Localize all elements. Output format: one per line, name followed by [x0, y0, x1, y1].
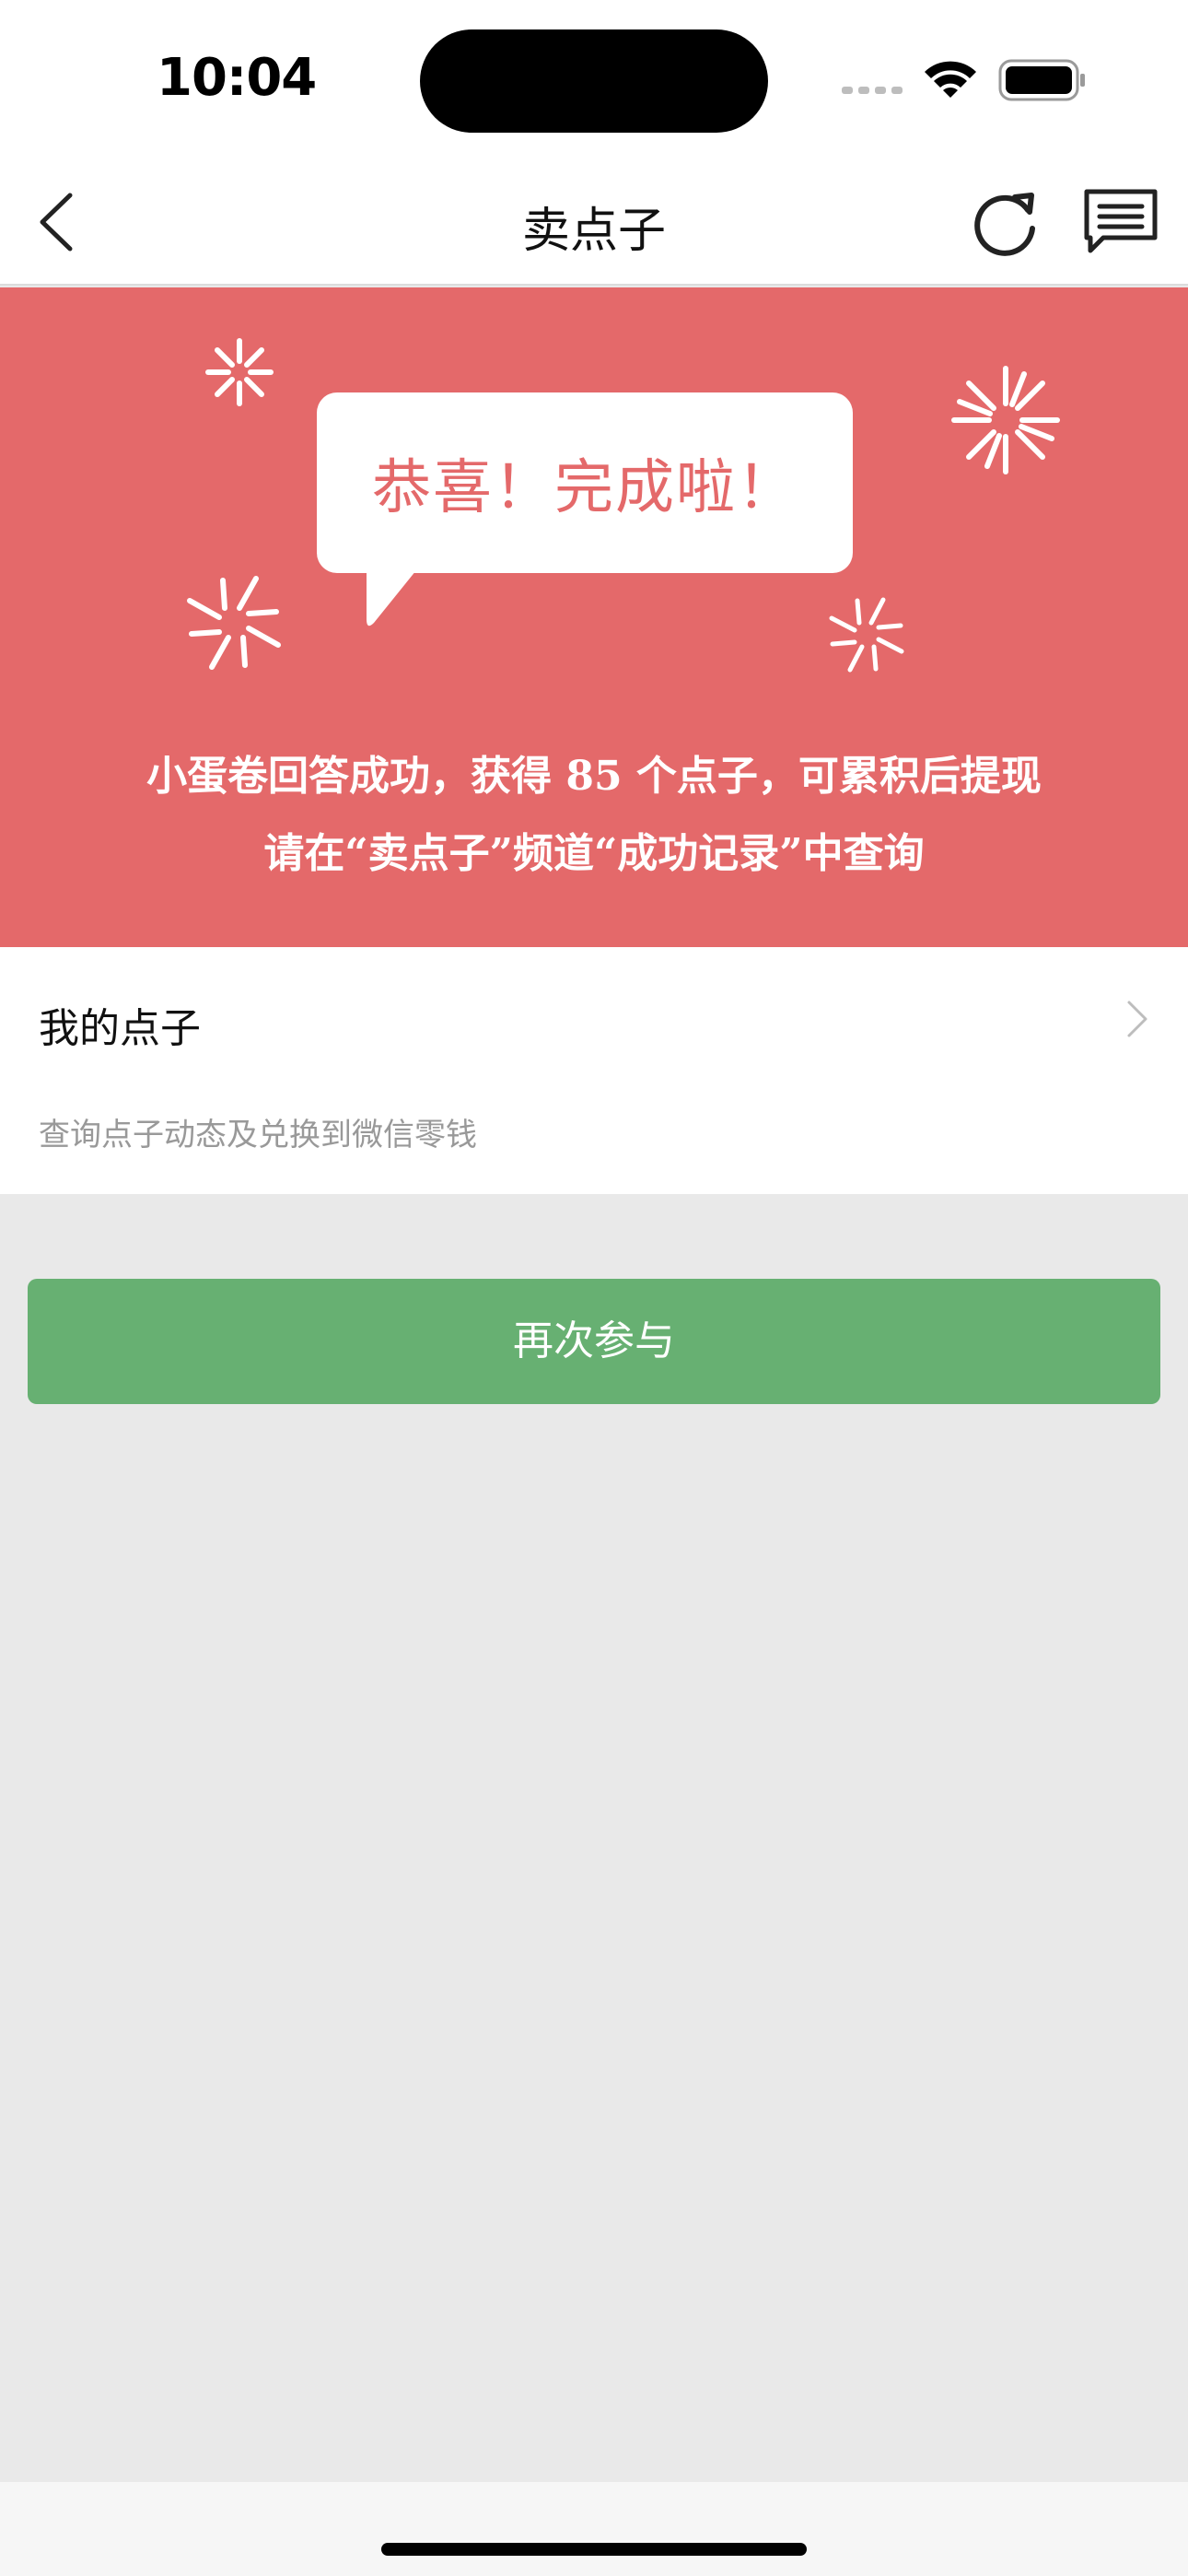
- chevron-right-icon: [1127, 1001, 1147, 1037]
- congrats-text: 恭喜！完成啦！: [372, 454, 798, 522]
- battery-icon: [998, 59, 1085, 101]
- nav-bar: 卖点子: [0, 158, 1188, 286]
- message-icon[interactable]: [1083, 188, 1159, 256]
- wifi-icon: [925, 61, 976, 98]
- reward-message: 小蛋卷回答成功，获得 85 个点子，可累积后提现: [146, 753, 1042, 800]
- firework-icon: [205, 338, 274, 406]
- refresh-icon[interactable]: [969, 186, 1042, 260]
- firework-icon: [951, 366, 1060, 474]
- speech-bubble-tail: [367, 566, 420, 626]
- dynamic-island: [420, 29, 768, 133]
- status-bar: 10:04: [0, 0, 1188, 158]
- firework-icon: [187, 576, 281, 670]
- my-ideas-subtitle: 查询点子动态及兑换到微信零钱: [39, 1117, 477, 1153]
- firework-icon: [829, 597, 904, 673]
- speech-bubble: 恭喜！完成啦！: [317, 392, 853, 573]
- cellular-signal-icon: [842, 87, 903, 94]
- my-ideas-card[interactable]: 我的点子 查询点子动态及兑换到微信零钱: [0, 947, 1188, 1194]
- participate-again-button[interactable]: 再次参与: [28, 1279, 1160, 1404]
- success-banner: 恭喜！完成啦！ 小蛋卷回答成功，获得 85 个点子，可累积后提现 请在“卖点子”…: [0, 287, 1188, 947]
- screen: 10:04 卖点子 恭喜！完成啦！ 小蛋卷回答成功，获得 85 个点子，可累积后…: [0, 0, 1188, 2576]
- home-indicator-area: [0, 2482, 1188, 2576]
- my-ideas-title: 我的点子: [39, 1005, 201, 1052]
- record-hint: 请在“卖点子”频道“成功记录”中查询: [263, 830, 925, 877]
- status-time: 10:04: [157, 48, 317, 108]
- home-indicator[interactable]: [381, 2543, 807, 2556]
